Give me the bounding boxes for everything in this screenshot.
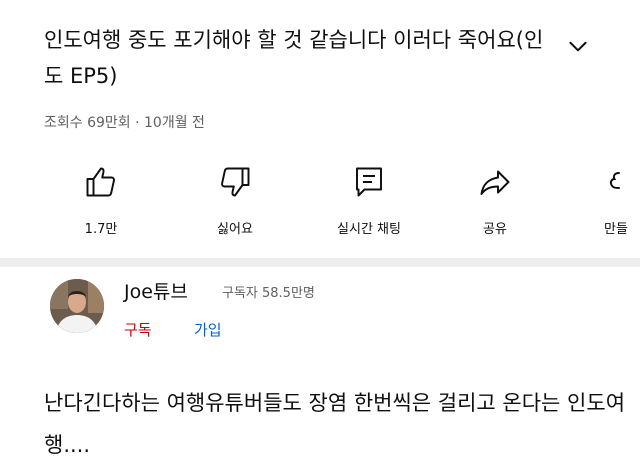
thumbs-up-icon [86, 167, 115, 197]
expand-description-button[interactable] [562, 30, 594, 62]
chevron-down-icon [569, 41, 587, 52]
dislike-button[interactable]: 싫어요 [185, 160, 285, 237]
live-chat-label: 실시간 채팅 [337, 222, 401, 237]
avatar-photo [50, 279, 104, 333]
video-meta: 조회수 69만회 · 10개월 전 [44, 115, 205, 131]
create-label: 만들 [604, 222, 628, 237]
create-button[interactable]: 만들 [566, 160, 640, 237]
dislike-label: 싫어요 [217, 222, 253, 237]
video-title[interactable]: 인도여행 중도 포기해야 할 것 같습니다 이러다 죽어요(인도 EP5) [44, 22, 554, 94]
thumbs-down-icon [221, 167, 250, 197]
video-info: 인도여행 중도 포기해야 할 것 같습니다 이러다 죽어요(인도 EP5) 조회… [0, 0, 640, 258]
like-count: 1.7만 [84, 222, 118, 237]
join-button[interactable]: 가입 [194, 319, 222, 340]
section-divider [0, 258, 640, 267]
live-chat-icon [356, 167, 382, 197]
channel-name[interactable]: Joe튜브 [124, 277, 188, 304]
create-icon [609, 172, 620, 189]
channel-avatar[interactable] [50, 279, 104, 333]
post-caption: 난다긴다하는 여행유튜버들도 장염 한번씩은 걸리고 온다는 인도여행.... [44, 391, 626, 457]
share-icon [480, 170, 510, 195]
subscriber-count: 구독자 58.5만명 [222, 286, 315, 301]
subscribe-button[interactable]: 구독 [124, 319, 152, 340]
action-bar: 1.7만 싫어요 실시간 채팅 공유 만들 [0, 160, 640, 240]
share-button[interactable]: 공유 [445, 160, 545, 237]
share-label: 공유 [483, 222, 507, 237]
like-button[interactable]: 1.7만 [51, 160, 151, 237]
channel-row: Joe튜브 구독자 58.5만명 구독 가입 [0, 267, 640, 357]
live-chat-button[interactable]: 실시간 채팅 [319, 160, 419, 237]
